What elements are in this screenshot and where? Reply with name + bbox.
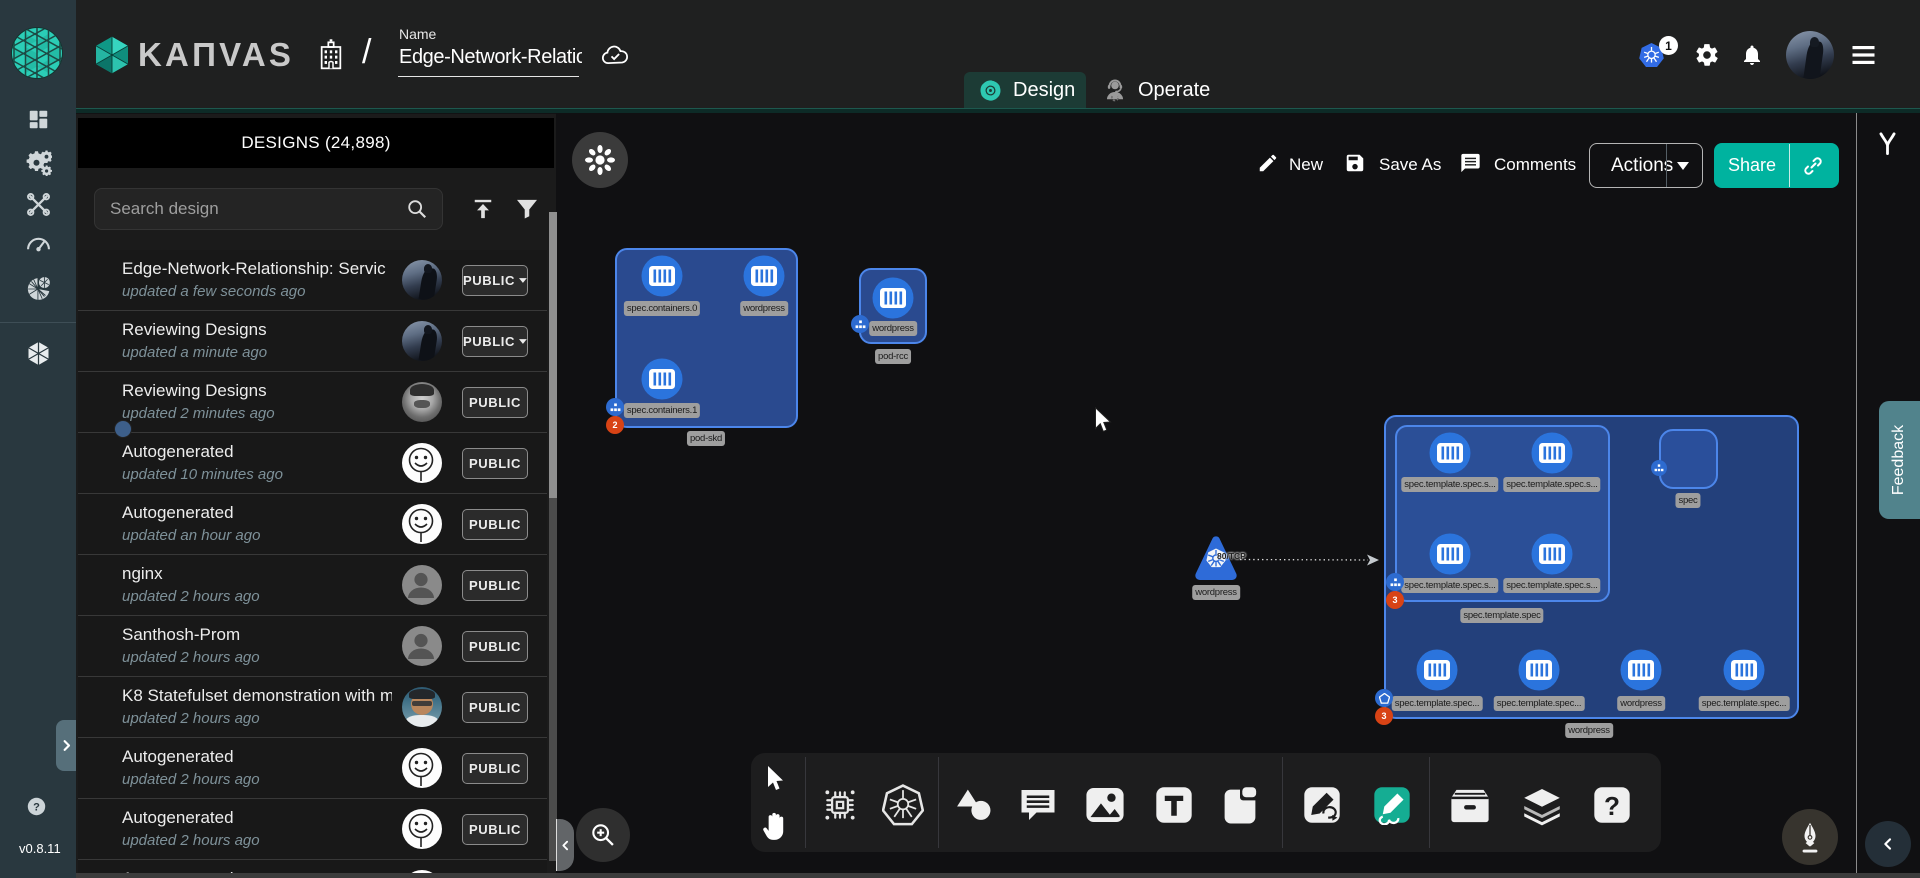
- svg-text:?: ?: [33, 801, 40, 813]
- svg-text:?: ?: [1604, 791, 1620, 821]
